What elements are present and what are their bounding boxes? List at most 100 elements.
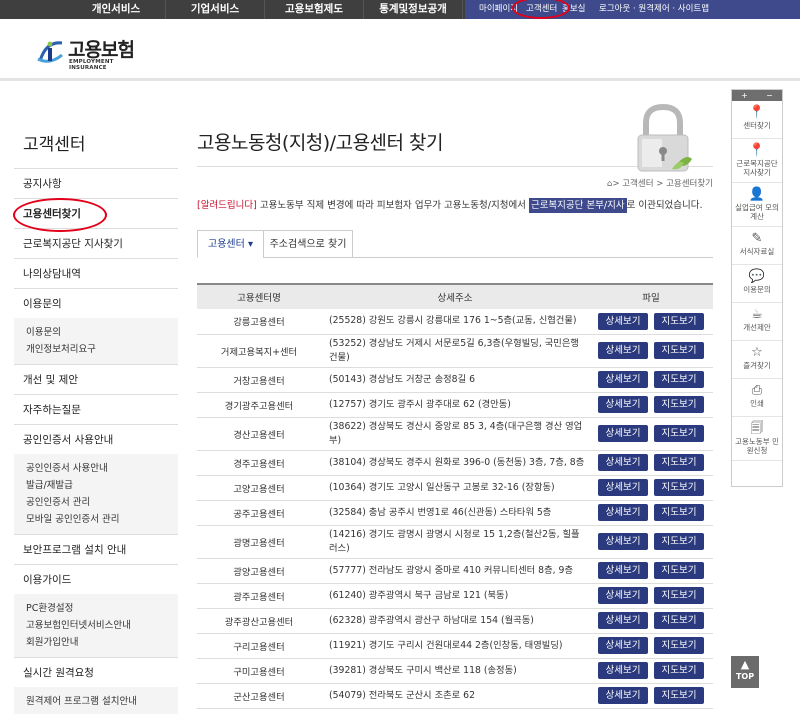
center-name: 광명고용센터: [197, 525, 321, 559]
sidebar-subitem[interactable]: 모바일 공인인증서 관리: [26, 511, 178, 528]
header-file: 파일: [589, 283, 713, 309]
sidebar-submenu: 이용문의 개인정보처리요구: [14, 318, 178, 364]
detail-button[interactable]: 상세보기: [598, 425, 648, 442]
map-button[interactable]: 지도보기: [654, 612, 704, 629]
sidebar-item[interactable]: 공인인증서 사용안내: [14, 424, 178, 454]
table-row: 구미고용센터 (39281) 경상북도 구미시 백산로 118 (송정동) 상세보기…: [197, 658, 713, 684]
map-button[interactable]: 지도보기: [654, 637, 704, 654]
center-address: (62328) 광주광역시 광산구 하남대로 154 (월곡동): [321, 608, 589, 634]
sidebar-subitem[interactable]: 이용문의: [26, 324, 178, 341]
main-menu: 개인서비스 기업서비스 고용보험제도 통계및정보공개: [67, 0, 463, 19]
map-button[interactable]: 지도보기: [654, 504, 704, 521]
center-address: (50143) 경상남도 거창군 송정8길 6: [321, 367, 589, 393]
detail-button[interactable]: 상세보기: [598, 504, 648, 521]
map-button[interactable]: 지도보기: [654, 454, 704, 471]
zoom-out-button[interactable]: −: [766, 90, 773, 101]
quick-item[interactable]: ⎙ 인쇄: [732, 379, 782, 417]
top-menu-item[interactable]: 기업서비스: [166, 0, 265, 19]
row-actions: 상세보기 지도보기: [589, 367, 713, 393]
map-button[interactable]: 지도보기: [654, 562, 704, 579]
center-address: (12757) 경기도 광주시 광주대로 62 (경안동): [321, 392, 589, 418]
sidebar-item[interactable]: 보안프로그램 설치 안내: [14, 534, 178, 564]
sidebar-subitem[interactable]: 회원가입안내: [26, 634, 178, 651]
detail-button[interactable]: 상세보기: [598, 342, 648, 359]
map-button[interactable]: 지도보기: [654, 662, 704, 679]
row-actions: 상세보기 지도보기: [589, 683, 713, 709]
sidebar-item[interactable]: 이용가이드: [14, 564, 178, 594]
top-menu-item[interactable]: 통계및정보공개: [364, 0, 463, 19]
center-name: 거창고용센터: [197, 367, 321, 393]
detail-button[interactable]: 상세보기: [598, 396, 648, 413]
sidebar-subitem[interactable]: 원격제어 프로그램 설치안내: [26, 693, 178, 710]
row-actions: 상세보기 지도보기: [589, 633, 713, 659]
top-menu-item[interactable]: 개인서비스: [67, 0, 166, 19]
quick-item-label: 고용노동부 민원신청: [735, 437, 779, 455]
quick-item[interactable]: ☆ 즐겨찾기: [732, 341, 782, 379]
sidebar-subitem[interactable]: PC환경설정: [26, 600, 178, 617]
site-logo[interactable]: 고용보험 EMPLOYMENT INSURANCE: [36, 35, 146, 71]
site-header: 고용보험 EMPLOYMENT INSURANCE: [0, 19, 800, 81]
map-button[interactable]: 지도보기: [654, 687, 704, 704]
detail-button[interactable]: 상세보기: [598, 587, 648, 604]
map-button[interactable]: 지도보기: [654, 533, 704, 550]
detail-button[interactable]: 상세보기: [598, 637, 648, 654]
zoom-in-button[interactable]: +: [741, 90, 748, 101]
sidebar-item[interactable]: 개선 및 제안: [14, 364, 178, 394]
sidebar-subitem[interactable]: 공인인증서 관리: [26, 494, 178, 511]
detail-button[interactable]: 상세보기: [598, 454, 648, 471]
map-button[interactable]: 지도보기: [654, 371, 704, 388]
notice-tail: 로 이관되었습니다.: [626, 200, 703, 211]
edit-icon: ✎: [751, 231, 763, 246]
lock-icon: [637, 103, 692, 172]
detail-button[interactable]: 상세보기: [598, 612, 648, 629]
page-title: 고용노동청(지청)/고용센터 찾기: [197, 132, 444, 154]
sidebar-subitem[interactable]: 공인인증서 사용안내: [26, 460, 178, 477]
sidebar-item[interactable]: 이용문의: [14, 288, 178, 318]
top-menu-item[interactable]: 고용보험제도: [265, 0, 364, 19]
map-button[interactable]: 지도보기: [654, 342, 704, 359]
sidebar-item[interactable]: 자주하는질문: [14, 394, 178, 424]
detail-button[interactable]: 상세보기: [598, 562, 648, 579]
detail-button[interactable]: 상세보기: [598, 533, 648, 550]
center-address: (54079) 전라북도 군산시 조촌로 62: [321, 683, 589, 709]
sidebar-item[interactable]: 공지사항: [14, 168, 178, 198]
sidebar-subitem[interactable]: 개인정보처리요구: [26, 341, 178, 358]
logo-title: 고용보험: [68, 39, 135, 61]
center-name: 광주고용센터: [197, 583, 321, 609]
table-row: 군산고용센터 (54079) 전라북도 군산시 조촌로 62 상세보기 지도보기: [197, 683, 713, 709]
map-button[interactable]: 지도보기: [654, 479, 704, 496]
arrow-up-icon: ▲: [740, 658, 750, 671]
map-button[interactable]: 지도보기: [654, 587, 704, 604]
top-navigation: 개인서비스 기업서비스 고용보험제도 통계및정보공개 마이페이지 고객센터 홍보실 로…: [0, 0, 800, 19]
center-address: (32584) 충남 공주시 번영1로 46(신관동) 스타타워 5층: [321, 500, 589, 526]
sidebar-item[interactable]: 근로복지공단 지사찾기: [14, 228, 178, 258]
quick-item[interactable]: 💬 이용문의: [732, 265, 782, 303]
quick-item[interactable]: 🗐 고용노동부 민원신청: [732, 417, 782, 461]
tab-address-search[interactable]: 주소검색으로 찾기: [263, 230, 353, 258]
quick-item[interactable]: ✎ 서식자료실: [732, 227, 782, 265]
quick-item[interactable]: 📍 근로복지공단 지사찾기: [732, 139, 782, 183]
map-button[interactable]: 지도보기: [654, 425, 704, 442]
map-button[interactable]: 지도보기: [654, 396, 704, 413]
sidebar-item[interactable]: 나의상담내역: [14, 258, 178, 288]
quick-item[interactable]: 👤 실업급여 모의계산: [732, 183, 782, 227]
tab-employment-center[interactable]: 고용센터 ▾: [197, 230, 264, 258]
star-icon: ☆: [751, 345, 763, 360]
row-actions: 상세보기 지도보기: [589, 475, 713, 501]
sidebar-item[interactable]: 실시간 원격요청: [14, 657, 178, 687]
quick-item[interactable]: ☕ 개선제안: [732, 303, 782, 341]
scroll-top-button[interactable]: ▲ TOP: [731, 656, 759, 688]
util-links[interactable]: 로그아웃 · 원격제어 · 사이트맵: [599, 0, 709, 19]
center-address: (10364) 경기도 고양시 일산동구 고봉로 32-16 (장항동): [321, 475, 589, 501]
quick-item[interactable]: 📍 센터찾기: [732, 101, 782, 139]
detail-button[interactable]: 상세보기: [598, 479, 648, 496]
sidebar-subitem[interactable]: 고용보험인터넷서비스안내: [26, 617, 178, 634]
detail-button[interactable]: 상세보기: [598, 662, 648, 679]
detail-button[interactable]: 상세보기: [598, 312, 648, 330]
quick-zoom-controls: + −: [732, 90, 782, 101]
map-button[interactable]: 지도보기: [654, 312, 704, 330]
center-name: 광양고용센터: [197, 558, 321, 584]
sidebar-subitem[interactable]: 발급/재발급: [26, 477, 178, 494]
detail-button[interactable]: 상세보기: [598, 371, 648, 388]
detail-button[interactable]: 상세보기: [598, 687, 648, 704]
